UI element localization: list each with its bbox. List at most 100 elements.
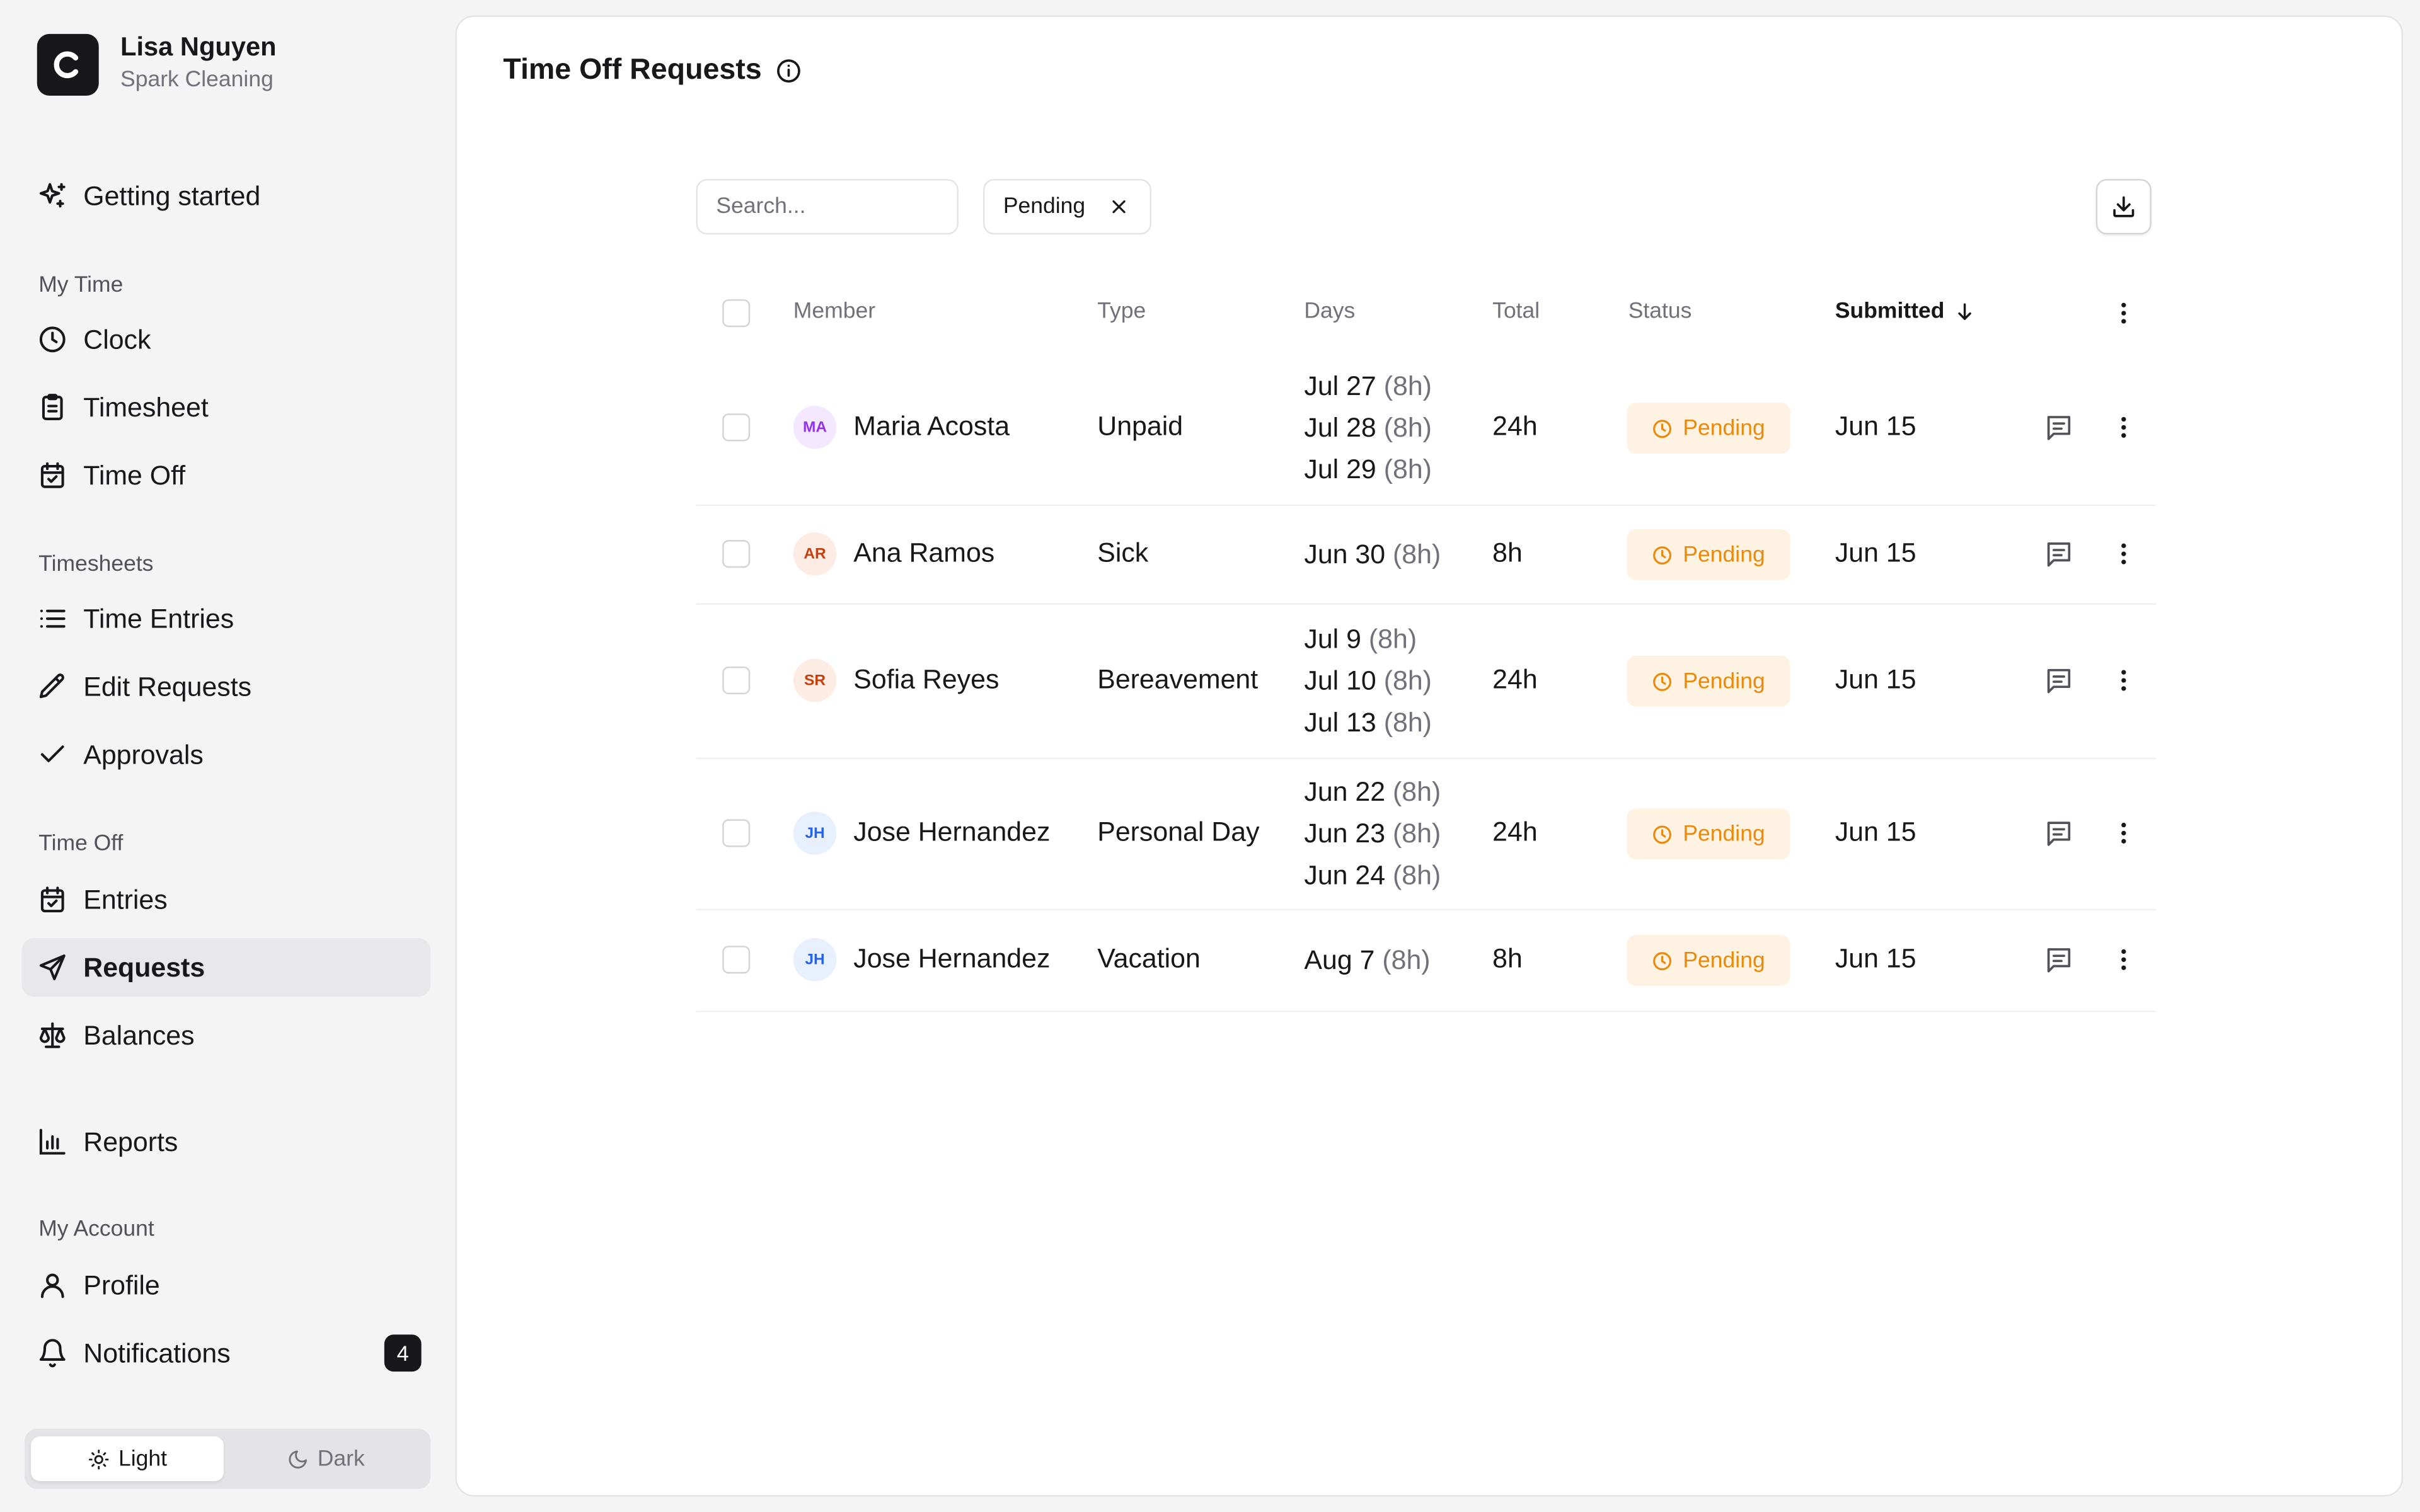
clock-icon bbox=[1654, 545, 1672, 564]
row-checkbox[interactable] bbox=[722, 819, 751, 847]
sidebar-item-label: Clock bbox=[83, 323, 151, 355]
submitted-date: Jun 15 bbox=[1835, 816, 1916, 847]
column-header-submitted[interactable]: Submitted bbox=[1835, 299, 1976, 324]
moon-icon bbox=[288, 1450, 307, 1468]
row-divider bbox=[696, 757, 2157, 759]
clock-icon bbox=[1654, 825, 1672, 844]
sun-icon bbox=[88, 1448, 108, 1469]
submitted-date: Jun 15 bbox=[1835, 663, 1916, 695]
row-checkbox[interactable] bbox=[722, 540, 751, 568]
theme-dark-label: Dark bbox=[317, 1446, 365, 1472]
avatar: SR bbox=[793, 658, 837, 702]
message-square-icon bbox=[2047, 542, 2071, 567]
column-header-days[interactable]: Days bbox=[1304, 299, 1355, 324]
main-panel: Time Off Requests Pending Member Type Da… bbox=[455, 15, 2404, 1497]
status-badge: Pending bbox=[1627, 403, 1790, 454]
sidebar-item-label: Approvals bbox=[83, 738, 204, 769]
comment-button[interactable] bbox=[2041, 409, 2078, 446]
row-checkbox[interactable] bbox=[722, 666, 751, 695]
columns-menu-button[interactable] bbox=[2105, 295, 2142, 332]
day-entry: Jul 13 (8h) bbox=[1304, 701, 1432, 743]
status-badge: Pending bbox=[1627, 529, 1790, 580]
more-vertical-icon bbox=[2121, 543, 2126, 564]
column-header-status[interactable]: Status bbox=[1628, 299, 1692, 324]
total-hours: 24h bbox=[1492, 816, 1538, 847]
avatar: JH bbox=[793, 937, 837, 982]
day-entry: Jul 29 (8h) bbox=[1304, 448, 1432, 490]
scale-icon bbox=[37, 1020, 68, 1051]
sidebar-item-requests[interactable]: Requests bbox=[21, 937, 431, 997]
member-name[interactable]: Ana Ramos bbox=[853, 537, 994, 569]
row-menu-button[interactable] bbox=[2105, 536, 2142, 573]
day-entry: Jul 9 (8h) bbox=[1304, 618, 1432, 660]
day-date: Jun 30 bbox=[1304, 537, 1386, 569]
check-icon bbox=[37, 739, 68, 770]
sidebar-item-label: Entries bbox=[83, 883, 168, 915]
sidebar-item-entries[interactable]: Entries bbox=[21, 870, 430, 929]
more-vertical-icon bbox=[2121, 822, 2126, 844]
close-icon[interactable] bbox=[1110, 197, 1128, 215]
day-hours: (8h) bbox=[1383, 369, 1432, 401]
column-header-total[interactable]: Total bbox=[1492, 299, 1540, 324]
section-time-off: Time Off bbox=[38, 832, 124, 857]
row-menu-button[interactable] bbox=[2105, 662, 2142, 699]
row-menu-button[interactable] bbox=[2105, 815, 2142, 852]
day-hours: (8h) bbox=[1382, 943, 1431, 975]
download-button[interactable] bbox=[2095, 179, 2152, 235]
status-label: Pending bbox=[1683, 668, 1765, 694]
filter-chip-status[interactable]: Pending bbox=[983, 179, 1151, 235]
day-date: Aug 7 bbox=[1304, 943, 1375, 975]
sidebar-item-notifications[interactable]: Notifications 4 bbox=[21, 1324, 430, 1382]
day-hours: (8h) bbox=[1383, 664, 1432, 696]
row-checkbox[interactable] bbox=[722, 413, 751, 442]
sidebar-item-approvals[interactable]: Approvals bbox=[21, 725, 430, 784]
sidebar-item-clock[interactable]: Clock bbox=[21, 310, 430, 369]
info-icon[interactable] bbox=[774, 57, 802, 85]
section-my-account: My Account bbox=[38, 1217, 154, 1242]
search-input[interactable] bbox=[696, 179, 959, 235]
list-icon bbox=[37, 604, 68, 634]
bar-chart-icon bbox=[37, 1126, 68, 1157]
comment-button[interactable] bbox=[2041, 815, 2078, 852]
account-switcher[interactable]: Lisa Nguyen Spark Cleaning bbox=[37, 32, 277, 97]
member-name[interactable]: Jose Hernandez bbox=[853, 942, 1050, 975]
comment-button[interactable] bbox=[2041, 662, 2078, 699]
day-date: Jul 27 bbox=[1304, 369, 1376, 401]
column-header-type[interactable]: Type bbox=[1097, 299, 1146, 324]
sidebar-item-time-entries[interactable]: Time Entries bbox=[21, 590, 430, 648]
member-name[interactable]: Maria Acosta bbox=[853, 410, 1010, 442]
clock-icon bbox=[1654, 951, 1672, 970]
row-checkbox[interactable] bbox=[722, 946, 751, 974]
comment-button[interactable] bbox=[2041, 941, 2078, 978]
day-entry: Jun 30 (8h) bbox=[1304, 533, 1441, 575]
sidebar-item-timesheet[interactable]: Timesheet bbox=[21, 378, 430, 437]
sidebar-item-time-off[interactable]: Time Off bbox=[21, 446, 430, 505]
status-label: Pending bbox=[1683, 416, 1765, 441]
row-menu-button[interactable] bbox=[2105, 409, 2142, 446]
sidebar-item-balances[interactable]: Balances bbox=[21, 1006, 430, 1065]
day-entry: Jul 27 (8h) bbox=[1304, 365, 1432, 406]
section-timesheets: Timesheets bbox=[38, 552, 154, 577]
sidebar-item-edit-requests[interactable]: Edit Requests bbox=[21, 657, 430, 716]
message-square-icon bbox=[2047, 668, 2071, 694]
theme-light-button[interactable]: Light bbox=[30, 1436, 224, 1482]
download-icon bbox=[2113, 196, 2135, 217]
day-entry: Jul 10 (8h) bbox=[1304, 660, 1432, 701]
message-square-icon bbox=[2047, 822, 2071, 846]
sidebar-item-reports[interactable]: Reports bbox=[21, 1113, 430, 1171]
select-all-checkbox[interactable] bbox=[722, 299, 751, 328]
day-date: Jun 22 bbox=[1304, 775, 1386, 806]
day-hours: (8h) bbox=[1383, 452, 1432, 484]
sidebar-item-getting-started[interactable]: Getting started bbox=[21, 166, 430, 225]
column-header-member[interactable]: Member bbox=[793, 299, 875, 324]
member-name[interactable]: Sofia Reyes bbox=[853, 663, 999, 696]
row-menu-button[interactable] bbox=[2105, 941, 2142, 978]
member-name[interactable]: Jose Hernandez bbox=[853, 816, 1050, 849]
sidebar-item-profile[interactable]: Profile bbox=[21, 1256, 430, 1314]
status-badge: Pending bbox=[1627, 808, 1790, 860]
days-list: Jul 27 (8h) Jul 28 (8h) Jul 29 (8h) bbox=[1304, 365, 1432, 490]
day-hours: (8h) bbox=[1393, 537, 1441, 569]
theme-dark-button[interactable]: Dark bbox=[227, 1436, 424, 1481]
sidebar-item-label: Notifications bbox=[83, 1337, 231, 1368]
comment-button[interactable] bbox=[2041, 536, 2078, 573]
